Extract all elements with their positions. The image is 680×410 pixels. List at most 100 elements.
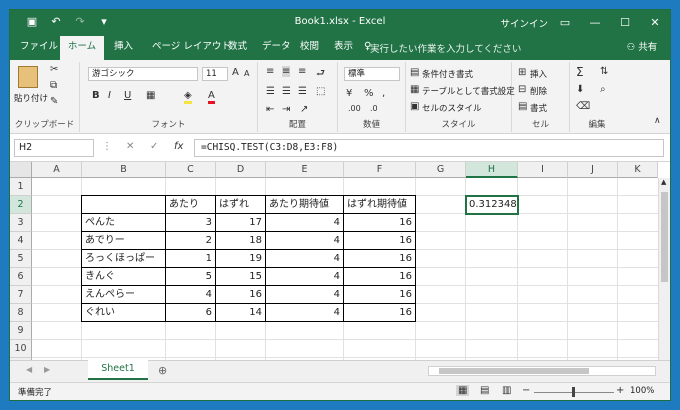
formula-input[interactable]: =CHISQ.TEST(C3:D8,E3:F8) [194, 139, 664, 157]
table-cell[interactable]: 19 [216, 250, 266, 268]
tell-me-box[interactable]: 実行したい作業を入力してください [370, 41, 521, 55]
next-sheet-icon[interactable]: ▶ [44, 365, 50, 374]
table-cell[interactable]: 4 [266, 232, 344, 250]
align-middle-icon[interactable]: ≡ [282, 66, 291, 77]
zoom-level[interactable]: 100% [630, 386, 654, 396]
column-header-b[interactable]: B [82, 162, 166, 178]
percent-icon[interactable]: % [364, 88, 374, 99]
conditional-format-button[interactable]: 条件付き書式 [422, 68, 473, 80]
table-cell[interactable]: えんぺらー [82, 286, 166, 304]
tab-data[interactable]: データ [256, 36, 297, 60]
table-cell[interactable]: 1 [166, 250, 216, 268]
table-cell[interactable]: 16 [344, 268, 416, 286]
insert-cells-button[interactable]: 挿入 [530, 68, 547, 80]
underline-icon[interactable]: U [124, 90, 131, 101]
table-cell[interactable]: 16 [344, 286, 416, 304]
table-cell[interactable]: ろっくほっぱー [82, 250, 166, 268]
sort-filter-icon[interactable]: ⇅ [600, 66, 608, 77]
table-cell[interactable]: 4 [266, 214, 344, 232]
enter-icon[interactable]: ✓ [150, 141, 158, 152]
signin-link[interactable]: サインイン [500, 16, 548, 30]
cell-style-button[interactable]: セルのスタイル [422, 102, 482, 114]
vertical-scrollbar[interactable]: ▲ [658, 178, 670, 360]
currency-icon[interactable]: ¥ [346, 88, 352, 99]
row-header-5[interactable]: 5 [10, 250, 32, 268]
table-cell[interactable]: 16 [344, 304, 416, 322]
ribbon-options-icon[interactable]: ▭ [550, 10, 580, 36]
add-sheet-icon[interactable]: ⊕ [158, 364, 167, 377]
table-cell[interactable]: ぐれい [82, 304, 166, 322]
select-all-button[interactable] [10, 162, 32, 178]
horizontal-scrollbar[interactable] [428, 366, 656, 376]
prev-sheet-icon[interactable]: ◀ [26, 365, 32, 374]
table-cell[interactable]: 6 [166, 304, 216, 322]
autosum-icon[interactable]: Σ [576, 65, 584, 79]
worksheet-grid[interactable]: A B C D E F G H I J K 1 2 3 4 5 6 7 8 9 … [10, 162, 670, 360]
tab-insert[interactable]: 挿入 [108, 36, 139, 60]
column-header-i[interactable]: I [518, 162, 568, 178]
tab-file[interactable]: ファイル [14, 36, 64, 60]
column-header-d[interactable]: D [216, 162, 266, 178]
increase-indent-icon[interactable]: ⇥ [282, 104, 290, 115]
zoom-in-icon[interactable]: + [616, 385, 624, 396]
table-cell[interactable]: 4 [166, 286, 216, 304]
comma-icon[interactable]: , [382, 88, 385, 99]
align-center-icon[interactable]: ☰ [282, 86, 291, 97]
table-format-button[interactable]: テーブルとして書式設定 [422, 85, 515, 97]
table-header-cell[interactable]: はずれ期待値 [344, 196, 416, 214]
page-layout-view-icon[interactable]: ▤ [480, 385, 489, 396]
sheet-tab-sheet1[interactable]: Sheet1 [88, 360, 148, 380]
align-right-icon[interactable]: ☰ [298, 86, 307, 97]
table-cell[interactable]: きんぐ [82, 268, 166, 286]
align-left-icon[interactable]: ☰ [266, 86, 275, 97]
table-cell[interactable]: 17 [216, 214, 266, 232]
tab-view[interactable]: 表示 [328, 36, 359, 60]
maximize-icon[interactable]: ☐ [610, 10, 640, 36]
table-cell[interactable]: 4 [266, 250, 344, 268]
font-grow-icon[interactable]: A [232, 67, 239, 78]
clear-icon[interactable]: ⌫ [576, 101, 590, 112]
font-name-select[interactable]: 游ゴシック [88, 67, 198, 81]
copy-icon[interactable]: ⧉ [50, 80, 57, 91]
table-header-cell[interactable]: あたり [166, 196, 216, 214]
decrease-indent-icon[interactable]: ⇤ [266, 104, 274, 115]
tab-home[interactable]: ホーム [60, 36, 104, 60]
table-header-cell[interactable]: はずれ [216, 196, 266, 214]
normal-view-icon[interactable]: ▦ [456, 385, 470, 396]
paste-button[interactable]: 貼り付け [14, 92, 48, 104]
bold-icon[interactable]: B [92, 90, 100, 101]
cancel-icon[interactable]: ✕ [126, 141, 134, 152]
row-header-1[interactable]: 1 [10, 178, 32, 196]
column-header-e[interactable]: E [266, 162, 344, 178]
row-header-8[interactable]: 8 [10, 304, 32, 322]
row-header-6[interactable]: 6 [10, 268, 32, 286]
font-color-icon[interactable]: A [208, 90, 215, 104]
italic-icon[interactable]: I [108, 90, 111, 101]
column-header-h[interactable]: H [466, 162, 518, 178]
row-header-7[interactable]: 7 [10, 286, 32, 304]
table-cell[interactable]: 16 [344, 250, 416, 268]
column-header-a[interactable]: A [32, 162, 82, 178]
table-cell[interactable]: 16 [216, 286, 266, 304]
align-bottom-icon[interactable]: ≡ [298, 66, 306, 77]
vertical-scroll-thumb[interactable] [661, 192, 668, 282]
font-shrink-icon[interactable]: A [244, 69, 249, 78]
fill-color-icon[interactable]: ◈ [184, 90, 192, 104]
scroll-up-icon[interactable]: ▲ [661, 178, 666, 186]
minimize-icon[interactable]: — [580, 10, 610, 36]
table-cell[interactable]: 5 [166, 268, 216, 286]
tab-formulas[interactable]: 数式 [222, 36, 253, 60]
find-icon[interactable]: ⌕ [600, 84, 606, 95]
table-cell[interactable]: ぺんた [82, 214, 166, 232]
table-cell[interactable]: 16 [344, 232, 416, 250]
share-button[interactable]: ⚇ 共有 [620, 39, 664, 57]
table-cell[interactable]: 4 [266, 286, 344, 304]
row-header-10[interactable]: 10 [10, 340, 32, 358]
row-header-4[interactable]: 4 [10, 232, 32, 250]
column-header-k[interactable]: K [618, 162, 658, 178]
align-top-icon[interactable]: ≡ [266, 66, 274, 77]
horizontal-scroll-thumb[interactable] [439, 368, 589, 374]
table-cell[interactable]: 14 [216, 304, 266, 322]
name-box[interactable]: H2 [14, 139, 94, 157]
table-cell[interactable]: 2 [166, 232, 216, 250]
